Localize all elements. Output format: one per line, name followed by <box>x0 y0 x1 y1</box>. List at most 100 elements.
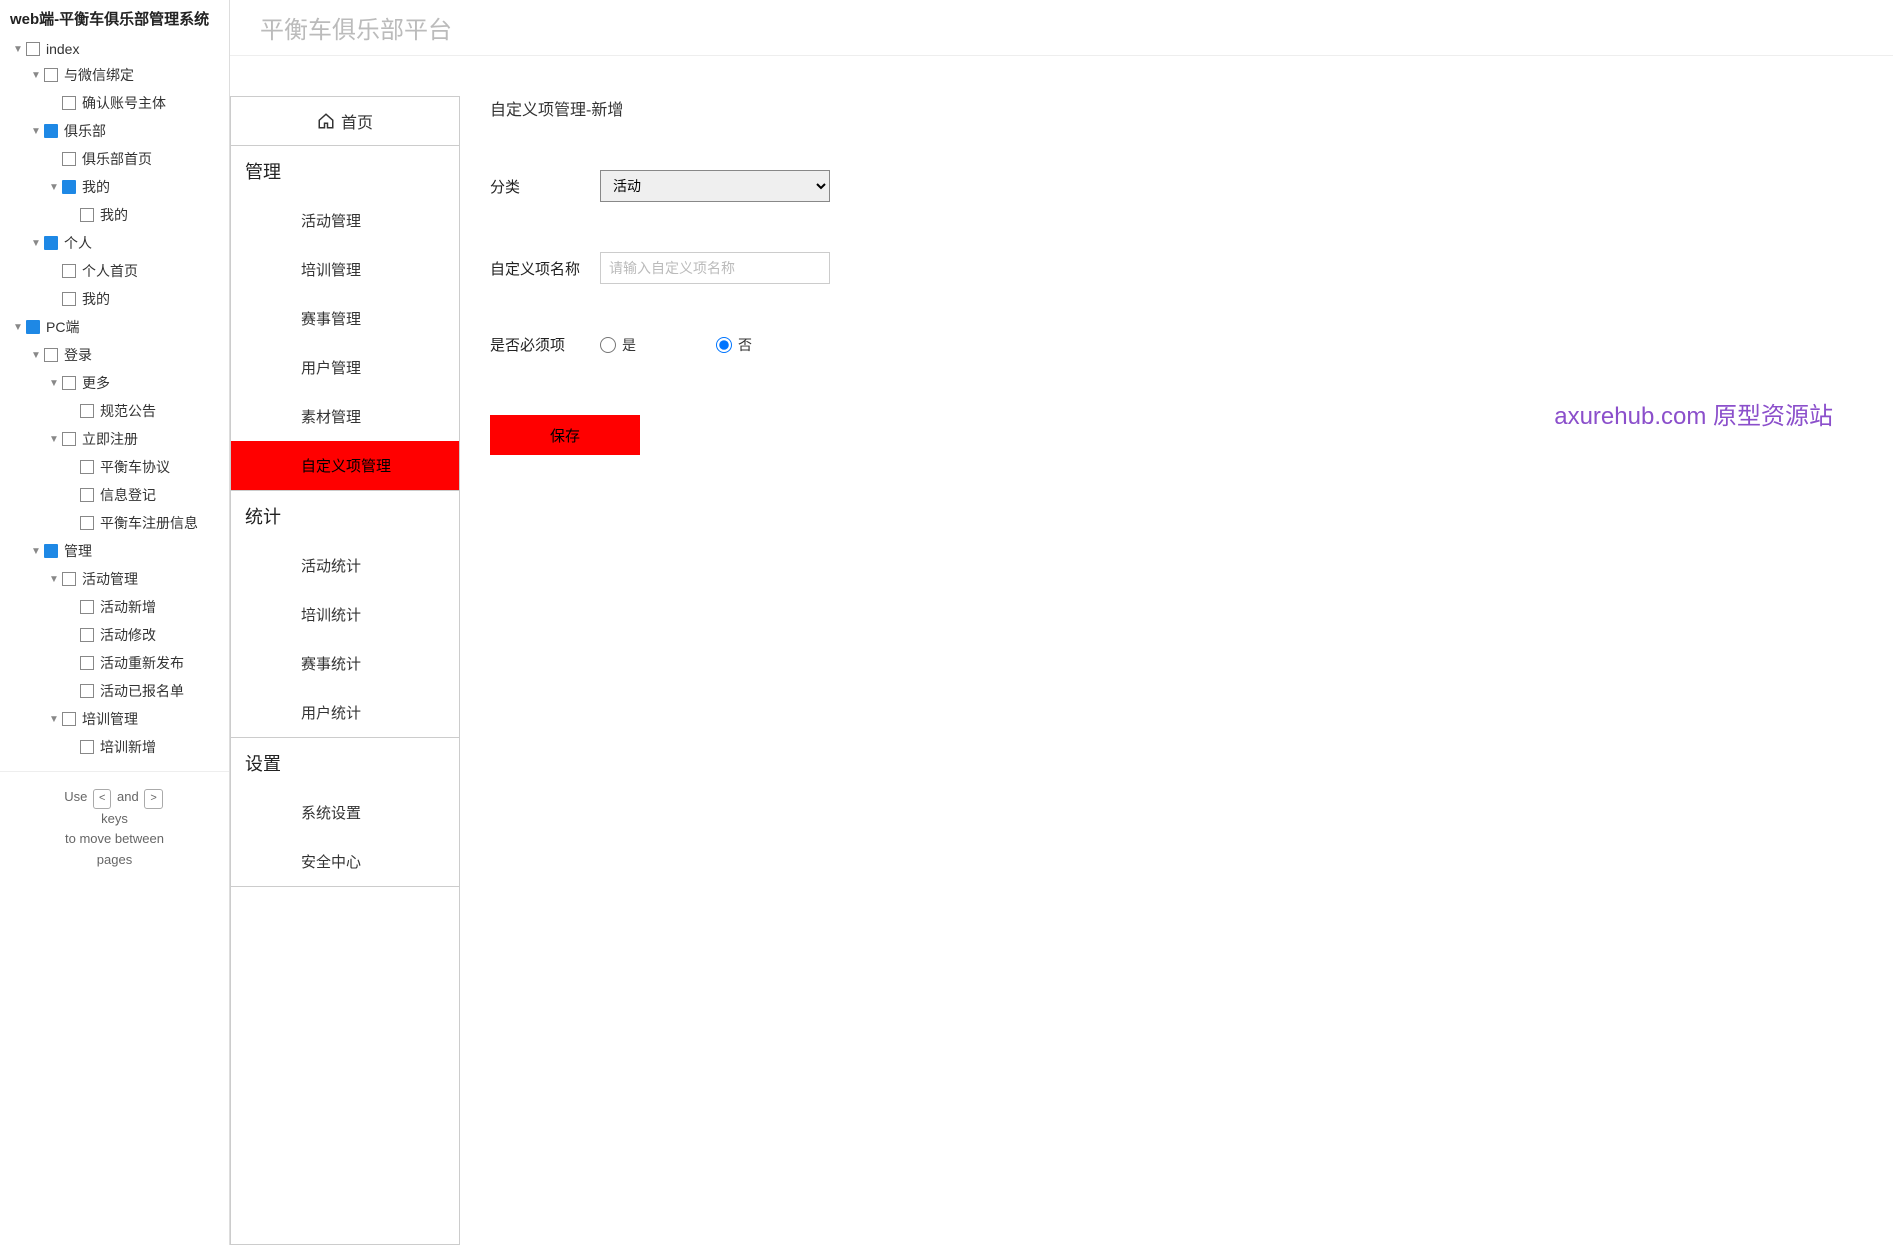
tree-node-label: 活动新增 <box>100 597 156 617</box>
tree-node[interactable]: ▼PC端 <box>0 313 229 341</box>
tree-node[interactable]: 活动重新发布 <box>0 649 229 677</box>
key-right: > <box>144 789 162 809</box>
tree-node-label: 培训管理 <box>82 709 138 729</box>
nav-home-label: 首页 <box>341 109 373 133</box>
page-icon <box>26 42 40 56</box>
radio-yes[interactable]: 是 <box>600 335 636 355</box>
folder-icon <box>44 544 58 558</box>
nav-home[interactable]: 首页 <box>231 97 459 146</box>
page-icon <box>62 96 76 110</box>
tree-node[interactable]: 培训新增 <box>0 733 229 761</box>
radio-yes-input[interactable] <box>600 337 616 353</box>
footer-text: pages <box>10 850 219 871</box>
nav-item[interactable]: 系统设置 <box>231 788 459 837</box>
page-icon <box>62 712 76 726</box>
folder-icon <box>26 320 40 334</box>
page-icon <box>62 152 76 166</box>
tree-footer: Use < and > keys to move between pages <box>0 771 229 886</box>
tree-node[interactable]: 信息登记 <box>0 481 229 509</box>
tree-node[interactable]: 我的 <box>0 201 229 229</box>
tree-node[interactable]: ▼ 我的 <box>0 173 229 201</box>
inner-nav: 首页 管理活动管理培训管理赛事管理用户管理素材管理自定义项管理统计活动统计培训统… <box>230 96 460 1245</box>
tree-node[interactable]: ▼index <box>0 37 229 61</box>
tree-node-label: 培训新增 <box>100 737 156 757</box>
tree-node[interactable]: 活动修改 <box>0 621 229 649</box>
watermark: axurehub.com 原型资源站 <box>1554 396 1833 431</box>
tree-node-label: 个人首页 <box>82 261 138 281</box>
nav-section: 统计活动统计培训统计赛事统计用户统计 <box>231 491 459 738</box>
tree-node[interactable]: 确认账号主体 <box>0 89 229 117</box>
tree-node[interactable]: 个人首页 <box>0 257 229 285</box>
nav-section: 设置系统设置安全中心 <box>231 738 459 887</box>
tree-node[interactable]: 平衡车协议 <box>0 453 229 481</box>
nav-item[interactable]: 用户管理 <box>231 343 459 392</box>
tree-node-label: 俱乐部 <box>64 121 106 141</box>
name-input[interactable] <box>600 252 830 284</box>
tree-node-label: 活动重新发布 <box>100 653 184 673</box>
tree-node-label: 我的 <box>82 177 110 197</box>
tree-node-label: 信息登记 <box>100 485 156 505</box>
tree-node[interactable]: ▼ 管理 <box>0 537 229 565</box>
page-icon <box>80 488 94 502</box>
folder-icon <box>62 180 76 194</box>
tree-node-label: PC端 <box>46 317 79 337</box>
tree-node[interactable]: 规范公告 <box>0 397 229 425</box>
page-icon <box>80 740 94 754</box>
radio-no-input[interactable] <box>716 337 732 353</box>
main: 平衡车俱乐部平台 首页 管理活动管理培训管理赛事管理用户管理素材管理自定义项管理… <box>230 0 1893 1245</box>
tree-node[interactable]: ▼更多 <box>0 369 229 397</box>
save-button[interactable]: 保存 <box>490 415 640 455</box>
tree-node-label: 确认账号主体 <box>82 93 166 113</box>
page-icon <box>44 348 58 362</box>
tree-caret-icon: ▼ <box>48 714 60 725</box>
tree-node[interactable]: 平衡车注册信息 <box>0 509 229 537</box>
tree-node[interactable]: ▼与微信绑定 <box>0 61 229 89</box>
tree-node[interactable]: 活动已报名单 <box>0 677 229 705</box>
home-icon <box>317 112 335 130</box>
tree-caret-icon: ▼ <box>48 182 60 193</box>
tree-node-label: 俱乐部首页 <box>82 149 152 169</box>
nav-item[interactable]: 素材管理 <box>231 392 459 441</box>
tree-caret-icon: ▼ <box>30 546 42 557</box>
tree-node[interactable]: 俱乐部首页 <box>0 145 229 173</box>
footer-text: keys <box>10 809 219 830</box>
nav-item[interactable]: 活动管理 <box>231 196 459 245</box>
tree-caret-icon: ▼ <box>30 350 42 361</box>
nav-item[interactable]: 培训管理 <box>231 245 459 294</box>
radio-no[interactable]: 否 <box>716 335 752 355</box>
required-label: 是否必须项 <box>490 334 600 355</box>
footer-text: Use <box>64 789 87 804</box>
nav-item[interactable]: 安全中心 <box>231 837 459 886</box>
tree-node-label: 与微信绑定 <box>64 65 134 85</box>
nav-item[interactable]: 赛事管理 <box>231 294 459 343</box>
tree-node-label: 活动修改 <box>100 625 156 645</box>
folder-icon <box>44 124 58 138</box>
tree-caret-icon: ▼ <box>12 44 24 55</box>
tree-caret-icon: ▼ <box>30 126 42 137</box>
form-area: 自定义项管理-新增 分类 活动 自定义项名称 是否必须项 <box>460 96 1893 1245</box>
folder-icon <box>44 236 58 250</box>
tree-node[interactable]: 活动新增 <box>0 593 229 621</box>
category-label: 分类 <box>490 176 600 197</box>
tree-node[interactable]: 我的 <box>0 285 229 313</box>
tree-node[interactable]: ▼ 俱乐部 <box>0 117 229 145</box>
category-select[interactable]: 活动 <box>600 170 830 202</box>
nav-section-title: 统计 <box>231 491 459 541</box>
nav-item[interactable]: 用户统计 <box>231 688 459 737</box>
page-icon <box>80 460 94 474</box>
nav-item[interactable]: 自定义项管理 <box>231 441 459 490</box>
tree-node[interactable]: ▼活动管理 <box>0 565 229 593</box>
nav-item[interactable]: 活动统计 <box>231 541 459 590</box>
tree-node[interactable]: ▼登录 <box>0 341 229 369</box>
tree-node[interactable]: ▼立即注册 <box>0 425 229 453</box>
tree-title: web端-平衡车俱乐部管理系统 <box>0 0 229 37</box>
tree-node[interactable]: ▼个人 <box>0 229 229 257</box>
nav-section-title: 设置 <box>231 738 459 788</box>
tree-sidebar: web端-平衡车俱乐部管理系统 ▼index▼与微信绑定确认账号主体▼俱乐部俱乐… <box>0 0 230 1245</box>
tree-node-label: 管理 <box>64 541 92 561</box>
nav-section: 管理活动管理培训管理赛事管理用户管理素材管理自定义项管理 <box>231 146 459 491</box>
nav-item[interactable]: 培训统计 <box>231 590 459 639</box>
tree-node-label: 平衡车注册信息 <box>100 513 198 533</box>
tree-node[interactable]: ▼ 培训管理 <box>0 705 229 733</box>
nav-item[interactable]: 赛事统计 <box>231 639 459 688</box>
